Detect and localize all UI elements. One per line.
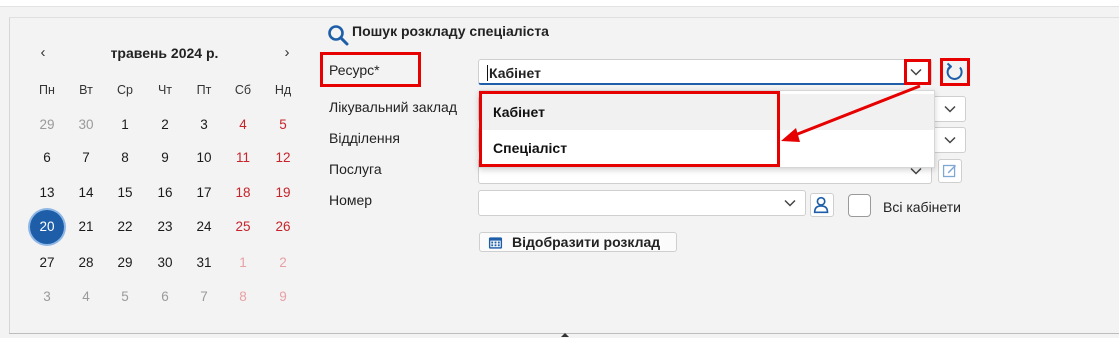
all-rooms-checkbox[interactable] [848, 194, 871, 217]
calendar-weekday: Ср [117, 83, 133, 97]
edit-icon [942, 164, 957, 178]
highlight-dropdown-arrow [904, 59, 931, 85]
highlight-resource-label [320, 52, 421, 87]
section-title: Пошук розкладу спеціаліста [352, 23, 549, 39]
show-schedule-button[interactable]: Відобразити розклад [479, 232, 677, 252]
calendar-month-title: травень 2024 р. [110, 45, 219, 61]
calendar-day[interactable]: 31 [184, 246, 224, 280]
edit-service-button[interactable] [938, 159, 962, 183]
calendar-day[interactable]: 26 [263, 210, 303, 244]
calendar-day[interactable]: 13 [27, 176, 67, 210]
calendar-day[interactable]: 17 [184, 176, 224, 210]
calendar-weekday: Вт [79, 83, 93, 97]
calendar-day[interactable]: 29 [105, 246, 145, 280]
chevron-down-icon[interactable] [943, 102, 957, 116]
top-bar [0, 0, 1119, 7]
calendar-day[interactable]: 11 [223, 141, 263, 175]
department-label: Відділення [329, 130, 400, 146]
highlight-dropdown-options [479, 91, 780, 167]
calendar-day[interactable]: 9 [145, 141, 185, 175]
calendar-day[interactable]: 15 [105, 176, 145, 210]
resource-select[interactable]: Кабінет [478, 59, 932, 85]
calendar-day[interactable]: 24 [184, 210, 224, 244]
all-rooms-label: Всі кабінети [883, 199, 961, 215]
user-icon [813, 196, 829, 214]
highlight-refresh-button [940, 58, 970, 86]
calendar-day[interactable]: 1 [223, 246, 263, 280]
calendar-day[interactable]: 12 [263, 141, 303, 175]
calendar-day[interactable]: 8 [105, 141, 145, 175]
resource-select-value: Кабінет [487, 65, 541, 81]
calendar-day[interactable]: 2 [145, 108, 185, 142]
calendar-icon [488, 237, 503, 249]
service-label: Послуга [329, 161, 382, 177]
calendar-day[interactable]: 4 [66, 280, 106, 314]
calendar-day[interactable]: 16 [145, 176, 185, 210]
calendar-day[interactable]: 4 [223, 108, 263, 142]
select-specialist-button[interactable] [810, 193, 834, 217]
calendar-day[interactable]: 6 [27, 141, 67, 175]
calendar-day[interactable]: 9 [263, 280, 303, 314]
calendar-header: ‹ травень 2024 р. › [27, 44, 302, 64]
show-schedule-button-label: Відобразити розклад [512, 234, 661, 250]
calendar-day[interactable]: 1 [105, 108, 145, 142]
calendar-day[interactable]: 23 [145, 210, 185, 244]
calendar-day[interactable]: 7 [66, 141, 106, 175]
chevron-down-icon[interactable] [783, 196, 797, 210]
calendar-weekday: Пт [196, 83, 212, 97]
chevron-down-icon[interactable] [943, 133, 957, 147]
calendar-day[interactable]: 6 [145, 280, 185, 314]
calendar-day[interactable]: 19 [263, 176, 303, 210]
calendar-day[interactable]: 5 [263, 108, 303, 142]
calendar-day[interactable]: 21 [66, 210, 106, 244]
calendar-weekday: Пн [39, 83, 55, 97]
calendar-day[interactable]: 3 [184, 108, 224, 142]
calendar-day[interactable]: 10 [184, 141, 224, 175]
resize-grip[interactable] [561, 333, 569, 337]
calendar-day[interactable]: 8 [223, 280, 263, 314]
calendar-day[interactable]: 2 [263, 246, 303, 280]
calendar-weekday: Чт [157, 83, 173, 97]
number-label: Номер [329, 192, 373, 208]
calendar-weekday: Сб [234, 83, 252, 97]
search-icon [328, 25, 349, 46]
calendar-day[interactable]: 5 [105, 280, 145, 314]
next-month-button[interactable]: › [277, 44, 297, 61]
calendar-day[interactable]: 30 [145, 246, 185, 280]
calendar-day[interactable]: 18 [223, 176, 263, 210]
calendar-day[interactable]: 28 [66, 246, 106, 280]
facility-label: Лікувальний заклад [329, 99, 457, 115]
calendar-day[interactable]: 14 [66, 176, 106, 210]
calendar-day[interactable]: 25 [223, 210, 263, 244]
calendar-day[interactable]: 27 [27, 246, 67, 280]
calendar-day-selected[interactable]: 20 [27, 210, 67, 244]
number-select[interactable] [478, 190, 806, 216]
calendar-day[interactable]: 22 [105, 210, 145, 244]
calendar-day[interactable]: 29 [27, 108, 67, 142]
calendar-day[interactable]: 3 [27, 280, 67, 314]
calendar-weekday: Нд [274, 83, 292, 97]
calendar-day[interactable]: 7 [184, 280, 224, 314]
calendar-day[interactable]: 30 [66, 108, 106, 142]
